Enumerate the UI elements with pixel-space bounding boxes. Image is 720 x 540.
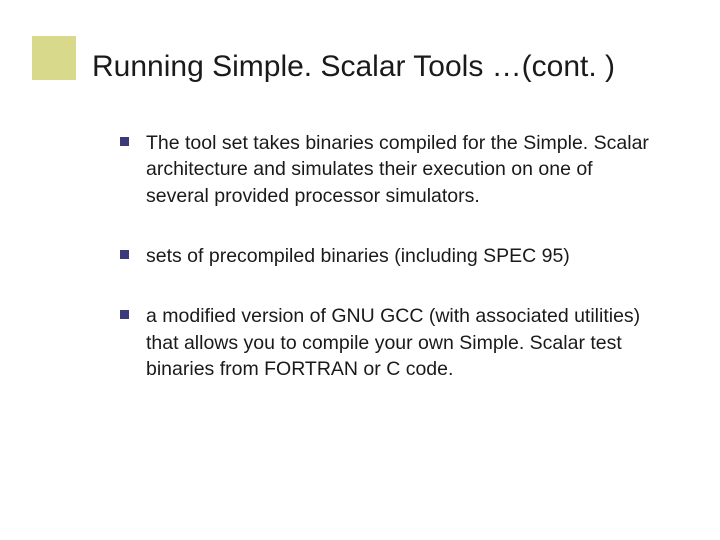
bullet-square-icon	[120, 137, 129, 146]
list-item: sets of precompiled binaries (including …	[120, 243, 660, 269]
bullet-square-icon	[120, 250, 129, 259]
list-item: a modified version of GNU GCC (with asso…	[120, 303, 660, 382]
list-item: The tool set takes binaries compiled for…	[120, 130, 660, 209]
slide-title: Running Simple. Scalar Tools …(cont. )	[92, 50, 615, 84]
bullet-square-icon	[120, 310, 129, 319]
accent-block	[32, 36, 76, 80]
slide: Running Simple. Scalar Tools …(cont. ) T…	[0, 0, 720, 540]
bullet-text: a modified version of GNU GCC (with asso…	[146, 305, 640, 380]
bullet-list: The tool set takes binaries compiled for…	[120, 130, 660, 382]
slide-body: The tool set takes binaries compiled for…	[120, 130, 660, 416]
bullet-text: sets of precompiled binaries (including …	[146, 245, 570, 267]
bullet-text: The tool set takes binaries compiled for…	[146, 132, 649, 207]
